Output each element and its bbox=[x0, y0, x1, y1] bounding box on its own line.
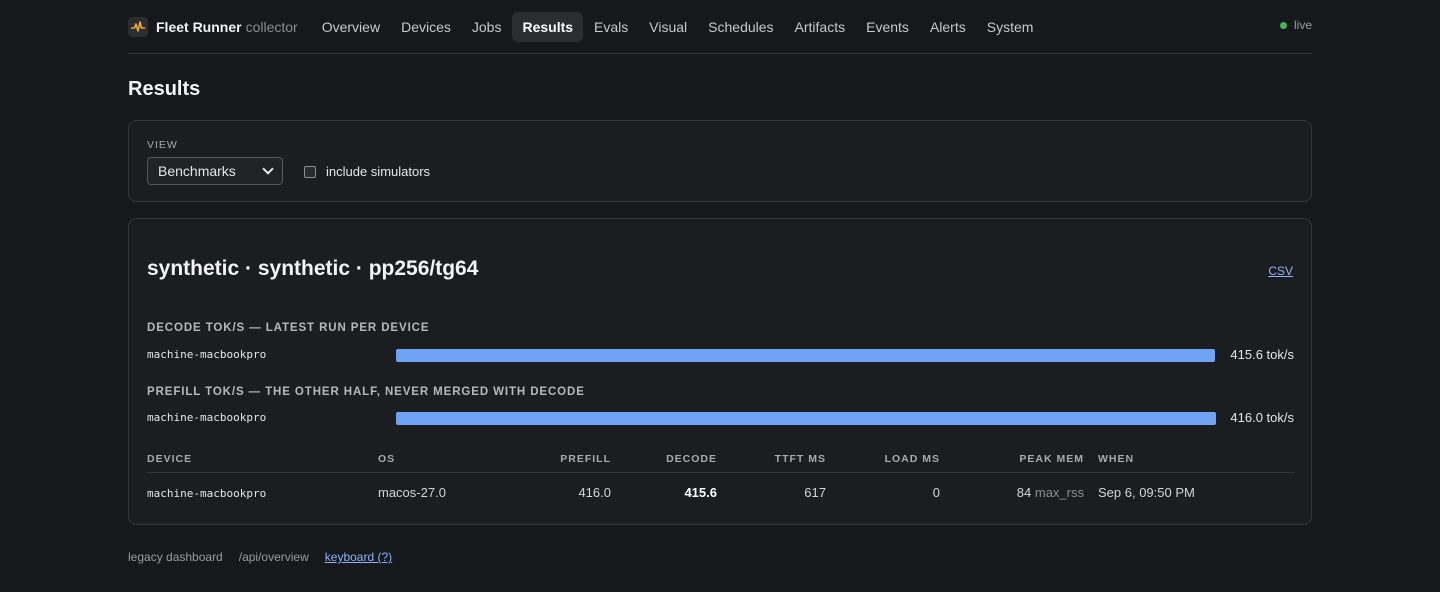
peak-mem-unit: max_rss bbox=[1034, 485, 1084, 500]
cell-when: Sep 6, 09:50 PM bbox=[1098, 485, 1195, 500]
decode-bar bbox=[396, 349, 1216, 362]
peak-mem-value: 84 bbox=[1016, 485, 1032, 500]
decode-section-label: DECODE TOK/S — LATEST RUN PER DEVICE bbox=[147, 322, 430, 334]
th-load[interactable]: LOAD MS bbox=[885, 453, 940, 465]
table-header: DEVICE OS PREFILL DECODE TTFT MS LOAD MS… bbox=[147, 451, 1294, 473]
main-nav: Overview Devices Jobs Results Evals Visu… bbox=[312, 11, 1045, 42]
decode-bar-track bbox=[396, 349, 1216, 362]
results-table: DEVICE OS PREFILL DECODE TTFT MS LOAD MS… bbox=[147, 451, 1294, 509]
live-status: live bbox=[1279, 18, 1312, 32]
brand-subtitle: collector bbox=[245, 18, 298, 35]
live-dot-icon bbox=[1279, 21, 1287, 29]
nav-results[interactable]: Results bbox=[512, 11, 584, 42]
prefill-section-label: PREFILL TOK/S — THE OTHER HALF, NEVER ME… bbox=[147, 386, 585, 398]
view-select-value: Benchmarks bbox=[158, 163, 236, 179]
results-panel: synthetic · synthetic · pp256/tg64 CSV D… bbox=[128, 218, 1312, 525]
view-label: VIEW bbox=[147, 139, 178, 151]
cell-prefill: 416.0 bbox=[578, 485, 611, 500]
th-device[interactable]: DEVICE bbox=[147, 453, 192, 465]
nav-visual[interactable]: Visual bbox=[639, 12, 697, 42]
cell-peak-mem: 84 max_rss bbox=[1017, 485, 1084, 500]
th-peak-mem[interactable]: PEAK MEM bbox=[1019, 453, 1084, 465]
th-prefill[interactable]: PREFILL bbox=[560, 453, 611, 465]
nav-devices[interactable]: Devices bbox=[391, 12, 461, 42]
view-panel: VIEW Benchmarks include simulators bbox=[128, 120, 1312, 202]
app: Fleet Runner collector Overview Devices … bbox=[128, 0, 1312, 564]
th-when[interactable]: WHEN bbox=[1098, 453, 1134, 465]
nav-alerts[interactable]: Alerts bbox=[920, 12, 976, 42]
cell-ttft: 617 bbox=[804, 485, 826, 500]
nav-evals[interactable]: Evals bbox=[584, 12, 638, 42]
nav-artifacts[interactable]: Artifacts bbox=[785, 12, 856, 42]
nav-events[interactable]: Events bbox=[856, 12, 919, 42]
nav-schedules[interactable]: Schedules bbox=[698, 12, 783, 42]
live-label: live bbox=[1293, 18, 1312, 32]
view-select[interactable]: Benchmarks bbox=[147, 157, 283, 185]
cell-load: 0 bbox=[932, 485, 940, 500]
cell-os: macos-27.0 bbox=[378, 485, 446, 500]
legacy-dashboard-link[interactable]: legacy dashboard bbox=[128, 550, 223, 564]
prefill-bar-row: machine-macbookpro 416.0 tok/s bbox=[147, 410, 1294, 426]
top-bar: Fleet Runner collector Overview Devices … bbox=[128, 0, 1312, 54]
decode-device: machine-macbookpro bbox=[147, 348, 267, 361]
chevron-down-icon bbox=[262, 163, 274, 175]
th-decode[interactable]: DECODE bbox=[666, 453, 717, 465]
decode-value: 415.6 tok/s bbox=[1230, 347, 1294, 362]
simulators-checkbox[interactable] bbox=[304, 165, 316, 178]
pulse-logo-icon bbox=[128, 16, 148, 37]
nav-system[interactable]: System bbox=[977, 12, 1044, 42]
nav-jobs[interactable]: Jobs bbox=[462, 12, 512, 42]
cell-decode: 415.6 bbox=[684, 485, 717, 500]
footer: legacy dashboard /api/overview keyboard … bbox=[128, 550, 408, 564]
prefill-device: machine-macbookpro bbox=[147, 411, 267, 424]
simulators-toggle[interactable]: include simulators bbox=[304, 164, 430, 179]
th-os[interactable]: OS bbox=[378, 453, 395, 465]
results-title: synthetic · synthetic · pp256/tg64 bbox=[147, 257, 479, 280]
table-row[interactable]: machine-macbookpro macos-27.0 416.0 415.… bbox=[147, 473, 1294, 509]
page-title: Results bbox=[128, 78, 201, 100]
brand[interactable]: Fleet Runner collector bbox=[128, 16, 298, 37]
brand-name: Fleet Runner bbox=[156, 18, 242, 35]
th-ttft[interactable]: TTFT MS bbox=[775, 453, 826, 465]
api-overview-link[interactable]: /api/overview bbox=[239, 550, 309, 564]
decode-bar-row: machine-macbookpro 415.6 tok/s bbox=[147, 347, 1294, 363]
prefill-bar-track bbox=[396, 412, 1216, 425]
cell-device: machine-macbookpro bbox=[147, 487, 267, 500]
nav-overview[interactable]: Overview bbox=[312, 12, 390, 42]
prefill-bar bbox=[396, 412, 1216, 425]
csv-link[interactable]: CSV bbox=[1268, 264, 1293, 278]
simulators-label: include simulators bbox=[326, 164, 431, 179]
keyboard-help-link[interactable]: keyboard (?) bbox=[325, 550, 392, 564]
prefill-value: 416.0 tok/s bbox=[1230, 410, 1294, 425]
